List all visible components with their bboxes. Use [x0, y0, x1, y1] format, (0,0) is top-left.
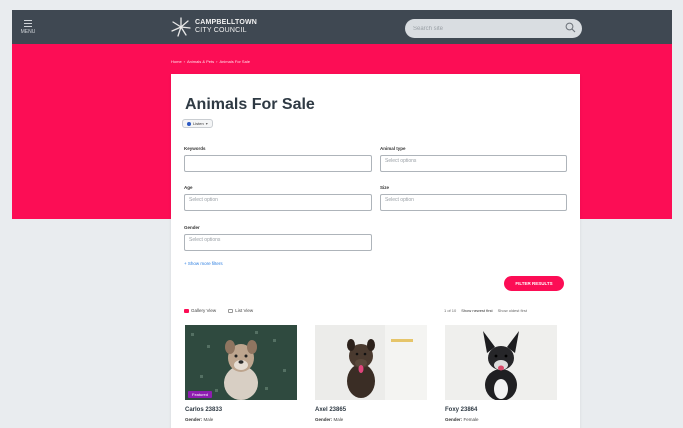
listen-label: Listen: [193, 121, 204, 126]
dog-photo-carlos: [185, 325, 297, 400]
page-title: Animals For Sale: [185, 96, 315, 113]
pet-name[interactable]: Carlos 23833: [185, 407, 297, 413]
gallery-view-option[interactable]: Gallery View: [184, 308, 216, 313]
hamburger-icon: [24, 20, 32, 27]
age-label: Age: [184, 185, 193, 190]
list-view-option[interactable]: List View: [228, 308, 253, 313]
show-more-filters-link[interactable]: + Show more filters: [184, 261, 223, 266]
gender-label: Gender:: [445, 417, 463, 422]
pet-gender: Gender: Male: [315, 417, 427, 422]
featured-badge: Featured: [188, 391, 213, 398]
menu-label: MENU: [20, 29, 36, 35]
gender-value: Male: [333, 417, 344, 422]
list-view-label: List View: [235, 308, 254, 313]
keywords-label: Keywords: [184, 146, 206, 151]
logo-line-2: CITY COUNCIL: [195, 27, 247, 34]
gender-value: Male: [203, 417, 214, 422]
listen-button[interactable]: Listen ▾: [182, 119, 213, 128]
pet-card[interactable]: Featured Carlos 23833 Gender: Male: [185, 325, 297, 422]
pet-card[interactable]: Foxy 23864 Gender: Female: [445, 325, 557, 422]
pet-photo[interactable]: [315, 325, 427, 400]
top-bar: MENU CAMPBELLTOWN CITY COUNCIL: [12, 10, 672, 44]
sort-oldest-option[interactable]: Show oldest first: [498, 308, 527, 313]
breadcrumb: Home › Animals & Pets › Animals For Sale: [171, 59, 250, 64]
breadcrumb-separator: ›: [183, 59, 186, 64]
size-select[interactable]: Select option: [380, 194, 567, 211]
gender-value: Female: [463, 417, 479, 422]
content-card: Animals For Sale Listen ▾ Keywords Anima…: [171, 74, 580, 428]
gallery-icon: [184, 308, 189, 313]
pet-name[interactable]: Axel 23865: [315, 407, 427, 413]
breadcrumb-home[interactable]: Home: [171, 59, 182, 64]
search-box: [405, 19, 582, 38]
dog-photo-foxy: [445, 325, 557, 400]
size-label: Size: [380, 185, 390, 190]
search-icon: [565, 22, 576, 33]
sort-newest-option[interactable]: Show newest first: [461, 308, 492, 313]
age-select[interactable]: Select option: [184, 194, 372, 211]
search-button[interactable]: [563, 21, 578, 36]
keywords-input[interactable]: [184, 155, 372, 172]
dog-photo-axel: [315, 325, 427, 400]
list-icon: [228, 308, 234, 313]
gallery-view-label: Gallery View: [191, 308, 217, 313]
logo-text: CAMPBELLTOWN CITY COUNCIL: [195, 19, 257, 35]
chevron-down-icon: ▾: [205, 121, 208, 126]
animal-type-label: Animal type: [380, 146, 406, 151]
menu-button[interactable]: MENU: [16, 18, 40, 38]
pet-card[interactable]: Axel 23865 Gender: Male: [315, 325, 427, 422]
pet-name[interactable]: Foxy 23864: [445, 407, 557, 413]
gender-select[interactable]: Select options: [184, 234, 372, 251]
logo-star-icon: [171, 17, 191, 37]
pet-photo[interactable]: Featured: [185, 325, 297, 400]
search-input[interactable]: [413, 22, 553, 35]
pet-gender: Gender: Female: [445, 417, 557, 422]
speaker-icon: [187, 121, 191, 126]
view-toggle: Gallery View List View: [184, 308, 253, 313]
gender-label: Gender: [184, 225, 200, 230]
gender-label: Gender:: [185, 417, 203, 422]
breadcrumb-separator: ›: [216, 59, 218, 64]
results-count: 1 of 10: [444, 308, 457, 313]
pet-photo[interactable]: [445, 325, 557, 400]
results-info: 1 of 10 Show newest first Show oldest fi…: [444, 308, 527, 313]
breadcrumb-animals-pets[interactable]: Animals & Pets: [187, 59, 214, 64]
pet-gender: Gender: Male: [185, 417, 297, 422]
filter-results-button[interactable]: FILTER RESULTS: [504, 276, 564, 291]
gender-label: Gender:: [315, 417, 333, 422]
council-logo[interactable]: CAMPBELLTOWN CITY COUNCIL: [170, 15, 257, 39]
logo-line-1: CAMPBELLTOWN: [195, 19, 258, 26]
breadcrumb-current: Animals For Sale: [219, 59, 250, 64]
animal-type-select[interactable]: Select options: [380, 155, 567, 172]
